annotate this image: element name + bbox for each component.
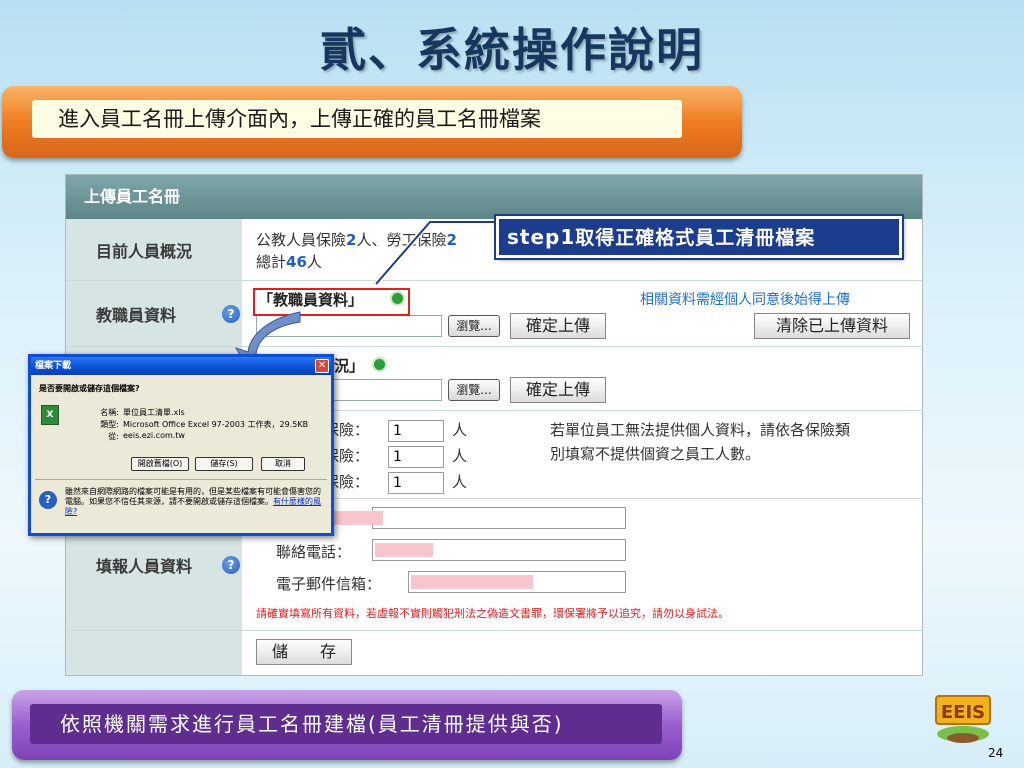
- insurance-cell: 保險： 1 人 保險： 1 人 保險： 1 人 若單位員工無法提供個人資料，請依…: [242, 411, 922, 498]
- legal-warning: 請確實填寫所有資料，若虛報不實則觸犯刑法之偽造文書罪，環保署將予以追究，請勿以身…: [256, 607, 729, 620]
- save-row: 儲 存: [66, 631, 922, 675]
- insurance-count-input-2[interactable]: 1: [388, 446, 444, 468]
- save-label: [66, 631, 242, 675]
- insurance-unit-1: 人: [452, 421, 468, 439]
- redacted-value: [327, 511, 383, 525]
- logo-text: EEIS: [941, 702, 985, 723]
- bottom-banner-text: 依照機關需求進行員工名冊建檔(員工清冊提供與否): [30, 704, 662, 744]
- help-icon[interactable]: ?: [222, 304, 240, 323]
- status-browse-button[interactable]: 瀏覽...: [448, 379, 500, 401]
- reporter-name-input[interactable]: [327, 507, 626, 529]
- insurance-unit-2: 人: [452, 447, 468, 465]
- save-cell: 儲 存: [242, 631, 922, 675]
- email-label: 電子郵件信箱：: [276, 575, 382, 593]
- cancel-button[interactable]: 取消: [261, 457, 305, 471]
- dialog-from-value: eeis.ezi.com.tw: [123, 431, 185, 440]
- open-button[interactable]: 開啟舊檔(O): [131, 457, 189, 471]
- highlight-box: [253, 288, 410, 316]
- summary-line1-pre: 公教人員保險: [256, 231, 347, 249]
- dialog-warning: 雖然來自網際網路的檔案可能是有用的，但是某些檔案有可能會傷害您的電腦。如果您不信…: [65, 487, 327, 517]
- summary-total: 46: [286, 253, 307, 271]
- bottom-banner: 依照機關需求進行員工名冊建檔(員工清冊提供與否): [12, 690, 682, 760]
- insurance-note-line1: 若單位員工無法提供個人資料，請依各保險類: [550, 421, 851, 439]
- insurance-count-input-1[interactable]: 1: [388, 420, 444, 442]
- save-button[interactable]: 儲 存: [256, 639, 352, 665]
- staff-label-text: 教職員資料: [96, 305, 177, 325]
- summary-label-text: 目前人員概況: [96, 241, 193, 261]
- insurance-note-line2: 別填寫不提供個資之員工人數。: [550, 445, 761, 463]
- consent-note: 相關資料需經個人同意後始得上傳: [640, 292, 850, 308]
- save-file-button[interactable]: 儲存(S): [195, 457, 253, 471]
- shield-icon: ?: [39, 491, 57, 509]
- email-input[interactable]: [408, 571, 626, 593]
- staff-confirm-upload-button[interactable]: 確定上傳: [510, 313, 606, 339]
- clear-uploaded-button[interactable]: 清除已上傳資料: [754, 313, 910, 339]
- summary-line2-pre: 總計: [256, 253, 287, 271]
- step-label: step1: [507, 225, 576, 249]
- summary-line2-post: 人: [306, 253, 322, 271]
- top-banner-text: 進入員工名冊上傳介面內，上傳正確的員工名冊檔案: [32, 100, 682, 138]
- dialog-name-value: 單位員工清單.xls: [123, 408, 185, 417]
- panel-title: 上傳員工名冊: [66, 175, 922, 219]
- page-number: 24: [988, 746, 1004, 760]
- summary-line1-mid: 人、勞工保險: [356, 231, 447, 249]
- dialog-type-value: Microsoft Office Excel 97-2003 工作表，29.5K…: [123, 420, 309, 429]
- summary-line2: 總計46人: [256, 251, 322, 272]
- help-icon[interactable]: ?: [222, 555, 240, 574]
- close-icon[interactable]: ✕: [315, 359, 329, 373]
- redacted-value: [375, 543, 433, 557]
- summary-num1: 2: [346, 231, 357, 249]
- dialog-from-label: 從:: [108, 432, 119, 441]
- excel-file-icon: X: [41, 405, 59, 425]
- dialog-title: 檔案下載: [35, 361, 72, 371]
- reporter-label-text: 填報人員資料: [96, 556, 193, 576]
- download-template-icon[interactable]: [372, 357, 387, 372]
- staff-label: 教職員資料?: [66, 281, 242, 346]
- step-text: 取得正確格式員工清冊檔案: [575, 227, 816, 249]
- eeis-logo: EEIS: [935, 695, 991, 743]
- slide-title: 貳、系統操作說明: [320, 23, 704, 77]
- dialog-type-label: 類型:: [100, 420, 119, 429]
- dialog-question: 是否要開啟或儲存這個檔案?: [39, 384, 140, 393]
- dialog-titlebar: 檔案下載 ✕: [31, 357, 331, 375]
- reporter-cell: 聯絡電話： 電子郵件信箱： 請確實填寫所有資料，若虛報不實則觸犯刑法之偽造文書罪…: [242, 499, 922, 630]
- staff-browse-button[interactable]: 瀏覽...: [448, 315, 500, 337]
- status-file-label: 況」: [334, 357, 365, 375]
- dialog-name-label: 名稱:: [100, 408, 119, 417]
- dialog-divider: [35, 479, 327, 480]
- insurance-count-input-3[interactable]: 1: [388, 472, 444, 494]
- redacted-value: [411, 575, 533, 589]
- phone-input[interactable]: [372, 539, 626, 561]
- status-cell: 況」 瀏覽... 確定上傳: [242, 347, 922, 410]
- staff-row: 教職員資料? 「教職員資料」 相關資料需經個人同意後始得上傳 瀏覽... 確定上…: [66, 281, 922, 347]
- staff-file-input[interactable]: [256, 315, 442, 337]
- summary-label: 目前人員概況: [66, 219, 242, 280]
- top-banner: 進入員工名冊上傳介面內，上傳正確的員工名冊檔案: [2, 86, 742, 158]
- summary-num2: 2: [446, 231, 457, 249]
- phone-label: 聯絡電話：: [276, 543, 352, 561]
- status-confirm-upload-button[interactable]: 確定上傳: [510, 377, 606, 403]
- insurance-unit-3: 人: [452, 473, 468, 491]
- summary-line1: 公教人員保險2人、勞工保險2: [256, 229, 457, 250]
- step-callout: step1取得正確格式員工清冊檔案: [494, 214, 904, 260]
- file-download-dialog: 檔案下載 ✕ 是否要開啟或儲存這個檔案? X 名稱: 單位員工清單.xls 類型…: [28, 354, 334, 536]
